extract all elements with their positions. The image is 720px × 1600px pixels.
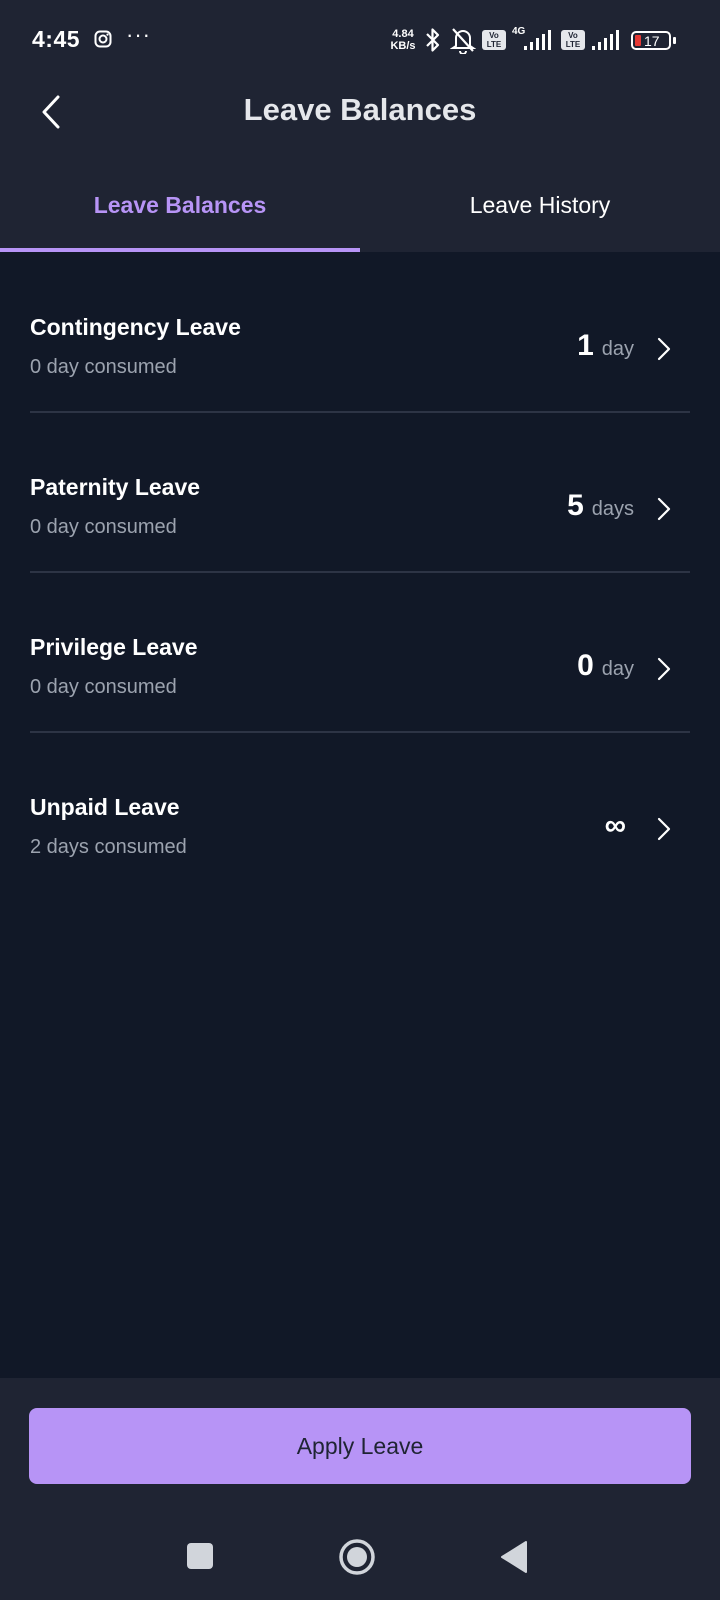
leave-consumed: 0 day consumed [30,356,177,378]
more-dots-icon: ··· [126,22,151,47]
bell-off-icon [450,28,476,54]
leave-item-unpaid[interactable]: Unpaid Leave 2 days consumed ∞ [0,746,720,906]
network-speed: 4.84 KB/s [390,28,416,52]
tab-label: Leave History [469,192,611,218]
divider [30,571,690,573]
leave-consumed: 2 days consumed [30,836,187,858]
tab-label: Leave Balances [93,192,267,218]
chevron-right-icon [657,497,671,521]
chevron-right-icon [657,337,671,361]
leave-consumed: 0 day consumed [30,516,177,538]
leave-balance: ∞ [605,809,634,843]
balance-unit: days [591,498,634,520]
apply-leave-button[interactable]: Apply Leave [29,1408,691,1484]
battery-icon: 17 [631,31,671,50]
balance-number: 5 [567,489,584,522]
leave-name: Privilege Leave [30,634,198,660]
battery-level [635,35,641,46]
signal-icon [592,30,619,50]
home-circle-icon [339,1539,375,1575]
balance-unit: day [601,338,634,360]
instagram-icon [94,30,112,48]
volte-icon: Vo LTE [561,30,585,50]
balance-number: 1 [577,329,594,362]
leave-balance: 1 day [577,329,634,363]
leave-item-paternity[interactable]: Paternity Leave 0 day consumed 5 days [0,426,720,586]
leave-balance: 5 days [567,489,634,523]
active-tab-indicator [0,248,360,252]
leave-name: Contingency Leave [30,314,241,340]
volte-icon: Vo LTE [482,30,506,50]
recents-square-icon [187,1543,213,1569]
battery-percent: 17 [644,33,660,49]
chevron-right-icon [657,657,671,681]
leave-item-contingency[interactable]: Contingency Leave 0 day consumed 1 day [0,266,720,426]
balance-number: 0 [577,649,594,682]
home-button[interactable] [338,1538,376,1576]
top-bar: 4:45 ··· 4.84 KB/s Vo LTE 4G Vo LTE 17 L… [0,0,720,252]
balance-number: ∞ [604,809,626,842]
page-title: Leave Balances [243,92,477,127]
leave-balance: 0 day [577,649,634,683]
tab-leave-balances[interactable]: Leave Balances [0,172,360,252]
signal-icon [524,30,551,50]
leave-name: Paternity Leave [30,474,201,500]
battery-nub [673,37,676,44]
leave-item-privilege[interactable]: Privilege Leave 0 day consumed 0 day [0,586,720,746]
leave-consumed: 0 day consumed [30,676,177,698]
balance-unit: day [601,658,634,680]
tab-leave-history[interactable]: Leave History [360,172,720,252]
bluetooth-icon [426,28,440,52]
divider [30,731,690,733]
divider [30,411,690,413]
chevron-right-icon [657,817,671,841]
status-time: 4:45 [32,26,81,52]
system-back-button[interactable] [500,1540,530,1574]
leave-name: Unpaid Leave [30,794,180,820]
recents-button[interactable] [186,1542,214,1570]
status-bar: 4:45 ··· 4.84 KB/s Vo LTE 4G Vo LTE 17 [0,0,720,80]
back-triangle-icon [501,1541,527,1573]
